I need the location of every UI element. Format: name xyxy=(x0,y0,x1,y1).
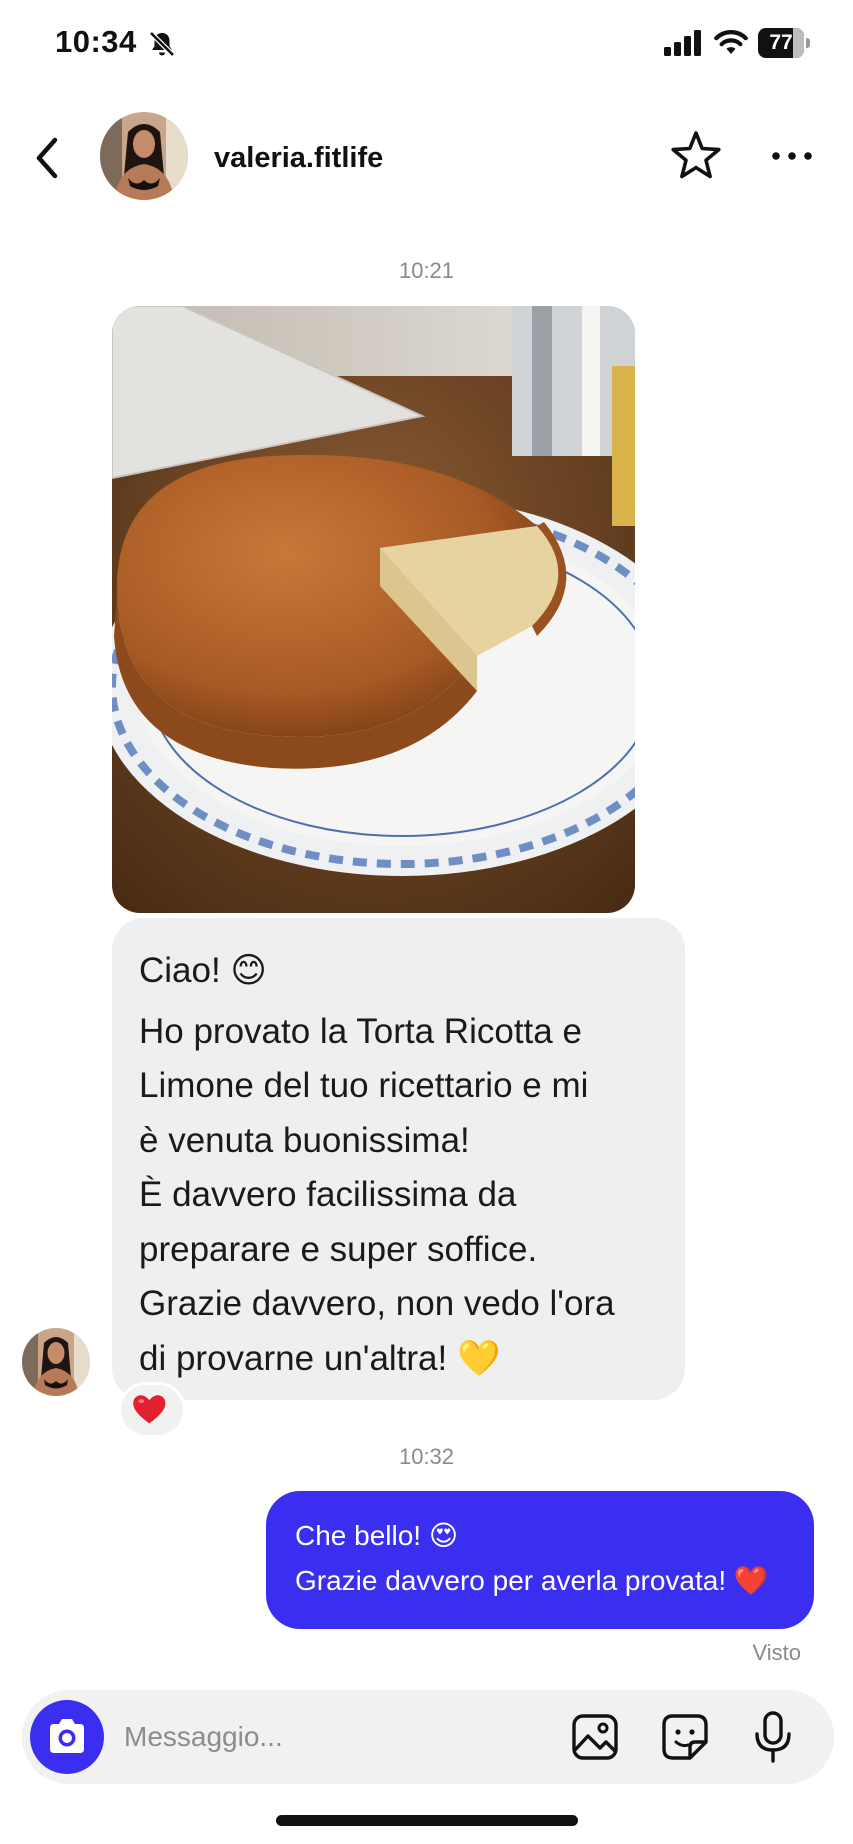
heart-icon xyxy=(133,1395,166,1424)
heart-reaction[interactable]: ❤️ xyxy=(118,1382,186,1438)
message-text-line: di provarne un'altra! 💛 xyxy=(139,1338,501,1378)
message-text-line: Grazie davvero per averla provata! ❤️ xyxy=(295,1565,769,1596)
message-timestamp: 10:32 xyxy=(398,1444,455,1469)
camera-icon xyxy=(50,1719,84,1753)
status-time: 10:34 xyxy=(55,24,137,59)
message-input[interactable] xyxy=(124,1712,544,1762)
incoming-message-bubble[interactable]: Ciao! 😊 Ho provato la Torta Ricotta e Li… xyxy=(112,918,685,1400)
star-icon[interactable] xyxy=(668,128,724,184)
chat-header: valeria.fitlife xyxy=(0,100,853,220)
sticker-icon[interactable] xyxy=(660,1712,710,1762)
back-button[interactable] xyxy=(28,134,68,182)
seen-status: Visto xyxy=(752,1640,801,1665)
bell-slash-icon xyxy=(149,31,175,57)
cellular-signal-icon xyxy=(664,30,701,56)
contact-avatar[interactable] xyxy=(100,112,188,200)
home-indicator[interactable] xyxy=(276,1815,578,1826)
microphone-icon[interactable] xyxy=(752,1710,794,1764)
outgoing-message-bubble[interactable]: Che bello! 😍 Grazie davvero per averla p… xyxy=(266,1491,814,1629)
message-timestamp: 10:21 xyxy=(398,258,455,283)
message-text-line: È davvero facilissima da xyxy=(139,1175,517,1214)
gallery-icon[interactable] xyxy=(570,1712,620,1762)
message-text-line: Ciao! 😊 xyxy=(139,951,267,990)
message-text-line: Limone del tuo ricettario e mi xyxy=(139,1066,589,1105)
status-bar: 10:34 77 xyxy=(0,0,853,90)
message-text-line: Ho provato la Torta Ricotta e xyxy=(139,1011,582,1051)
battery-icon: 77 xyxy=(758,28,810,58)
contact-username[interactable]: valeria.fitlife xyxy=(214,142,383,175)
battery-percentage: 77 xyxy=(769,31,793,54)
camera-button[interactable] xyxy=(30,1700,104,1774)
message-text-line: Grazie davvero, non vedo l'ora xyxy=(139,1284,615,1323)
cake-photo xyxy=(112,306,635,913)
more-horizontal-icon[interactable] xyxy=(770,138,814,174)
sender-avatar[interactable] xyxy=(22,1328,90,1396)
wifi-icon xyxy=(714,30,748,54)
message-text-line: è venuta buonissima! xyxy=(139,1120,470,1160)
message-text-line: preparare e super soffice. xyxy=(139,1229,538,1269)
message-composer xyxy=(22,1690,834,1784)
photo-message[interactable] xyxy=(112,306,635,913)
message-text-line: Che bello! 😍 xyxy=(295,1520,459,1551)
